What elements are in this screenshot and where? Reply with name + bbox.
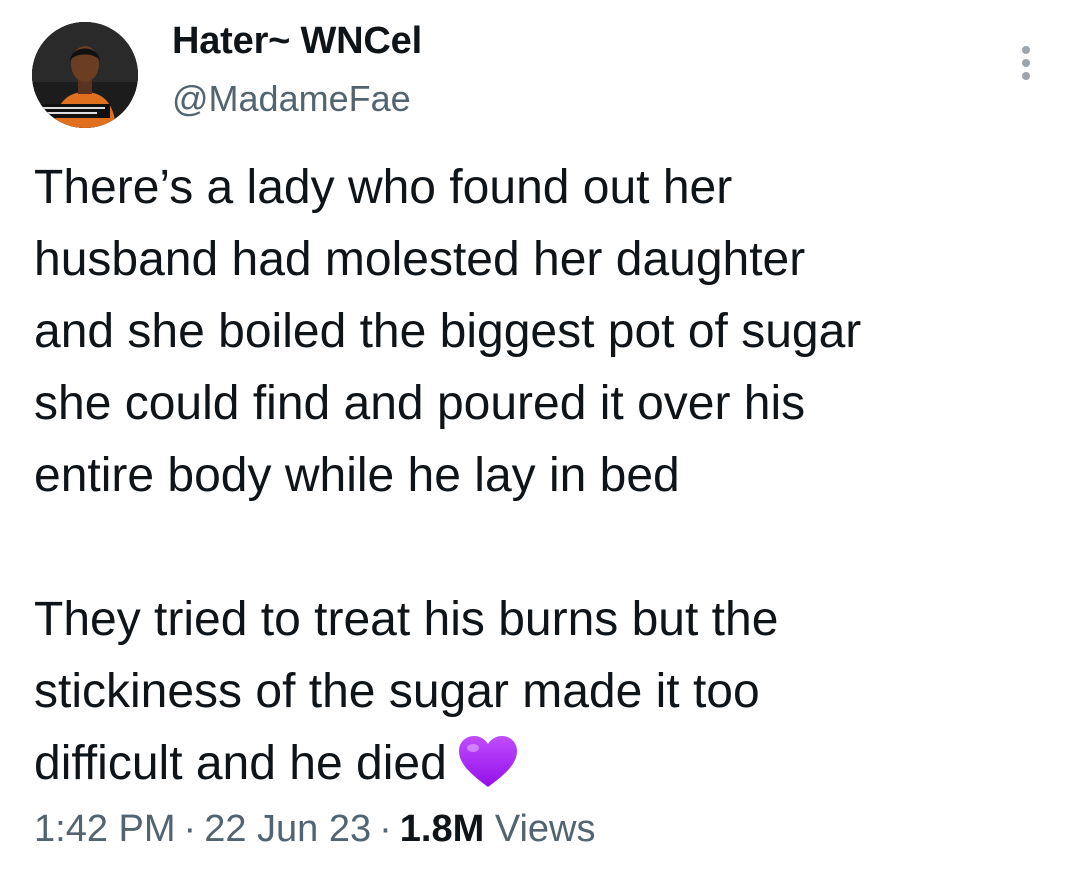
tweet-time[interactable]: 1:42 PM xyxy=(34,808,176,850)
views-label[interactable]: Views xyxy=(495,808,596,850)
tweet-line: They tried to treat his burns but the xyxy=(34,593,779,646)
profile-photo-icon xyxy=(32,22,138,128)
tweet-line: entire body while he lay in bed xyxy=(34,449,680,502)
views-count[interactable]: 1.8M xyxy=(400,808,484,850)
tweet-text: There’s a lady who found out her husband… xyxy=(34,152,1044,810)
tweet-paragraph-2: They tried to treat his burns but the st… xyxy=(34,584,1044,810)
more-vertical-icon xyxy=(1022,46,1030,80)
more-options-button[interactable] xyxy=(1008,38,1044,88)
tweet-date[interactable]: 22 Jun 23 xyxy=(204,808,371,850)
purple-heart-icon xyxy=(457,735,519,810)
tweet-line: and she boiled the biggest pot of sugar xyxy=(34,305,862,358)
meta-separator: · xyxy=(379,808,392,850)
tweet-line: she could find and poured it over his xyxy=(34,377,806,430)
tweet-line: difficult and he died xyxy=(34,737,447,790)
tweet-card: Hater~ WNCel @MadameFae There’s a lady w… xyxy=(0,0,1080,892)
tweet-meta: 1:42 PM · 22 Jun 23 · 1.8M Views xyxy=(34,808,596,851)
author-handle[interactable]: @MadameFae xyxy=(172,78,411,120)
tweet-line: stickiness of the sugar made it too xyxy=(34,665,760,718)
tweet-line: husband had molested her daughter xyxy=(34,233,806,286)
tweet-paragraph-1: There’s a lady who found out her husband… xyxy=(34,152,1044,512)
tweet-line: There’s a lady who found out her xyxy=(34,161,733,214)
author-avatar[interactable] xyxy=(32,22,138,128)
author-display-name[interactable]: Hater~ WNCel xyxy=(172,20,422,63)
meta-separator: · xyxy=(183,808,197,850)
